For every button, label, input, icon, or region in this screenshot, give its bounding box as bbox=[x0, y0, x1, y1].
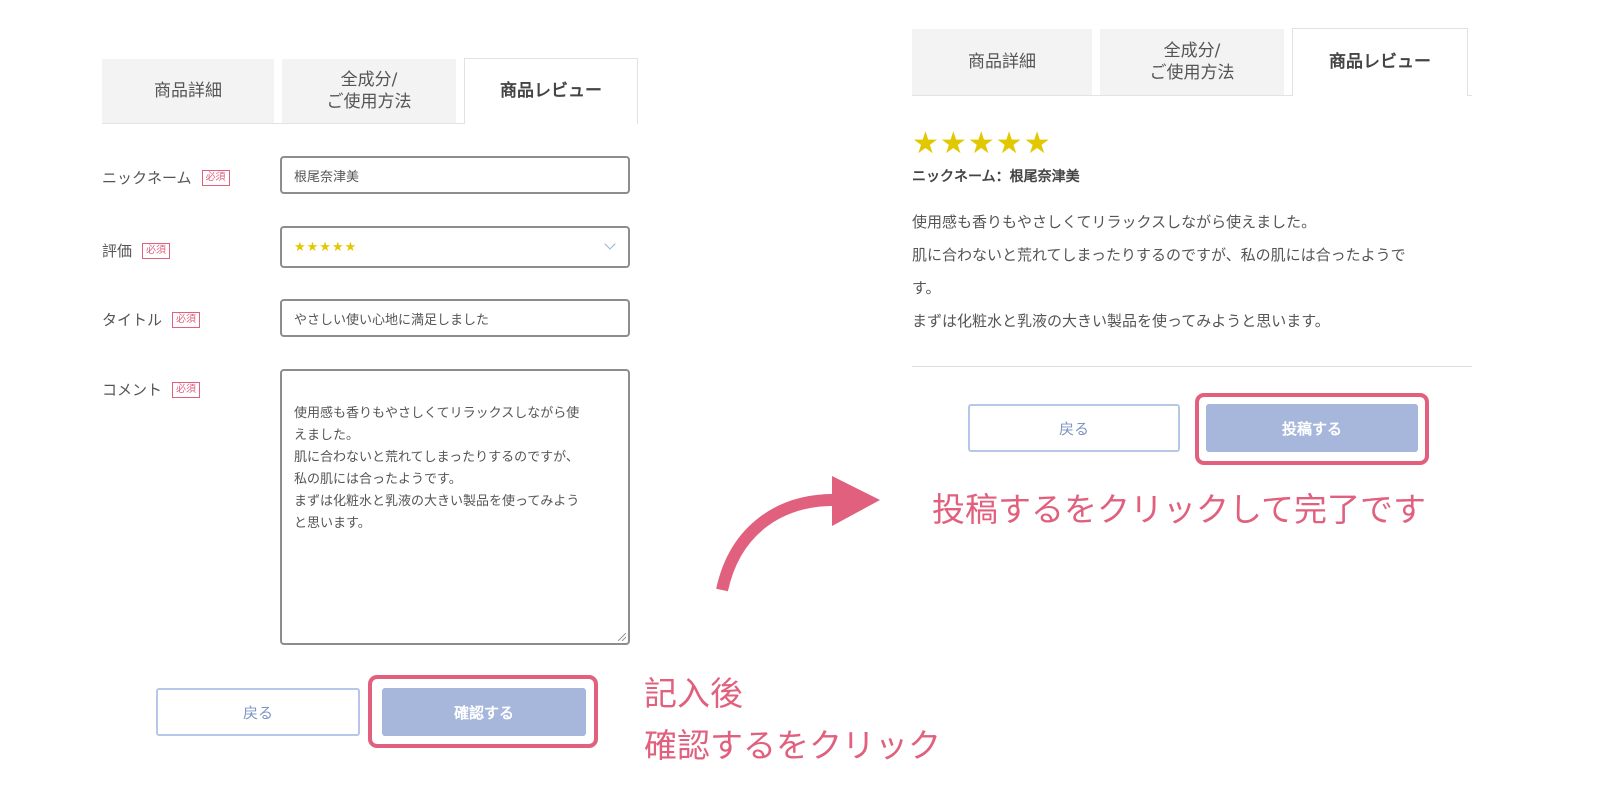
resize-handle-icon[interactable] bbox=[618, 633, 626, 641]
right-tab-bar: 商品詳細 全成分/ ご使用方法 商品レビュー bbox=[912, 27, 1472, 96]
review-stars: ★★★★★ bbox=[912, 126, 1052, 161]
nickname-label: ニックネーム 必須 bbox=[102, 167, 230, 188]
required-badge: 必須 bbox=[172, 381, 201, 398]
tab-ingredients-usage[interactable]: 全成分/ ご使用方法 bbox=[282, 59, 456, 123]
back-button[interactable]: 戻る bbox=[156, 688, 360, 736]
rating-stars-value: ★★★★★ bbox=[294, 239, 358, 255]
required-badge: 必須 bbox=[142, 242, 171, 259]
confirm-button[interactable]: 確認する bbox=[382, 688, 586, 736]
rating-label: 評価 必須 bbox=[102, 240, 171, 261]
tab-ingredients-usage[interactable]: 全成分/ ご使用方法 bbox=[1100, 29, 1284, 95]
comment-label-text: コメント bbox=[102, 381, 163, 399]
nickname-row: ニックネーム 必須 bbox=[102, 167, 230, 188]
post-button[interactable]: 投稿する bbox=[1206, 404, 1418, 452]
title-value: やさしい使い心地に満足しました bbox=[294, 312, 490, 328]
tab-product-review[interactable]: 商品レビュー bbox=[1292, 28, 1468, 96]
back-button[interactable]: 戻る bbox=[968, 404, 1180, 452]
comment-label: コメント 必須 bbox=[102, 379, 201, 400]
annotation-step1-line2: 確認するをクリック bbox=[644, 726, 941, 765]
chevron-down-icon bbox=[604, 238, 616, 250]
comment-textarea[interactable]: 使用感も香りもやさしくてリラックスしながら使 えました。 肌に合わないと荒れてし… bbox=[280, 369, 630, 645]
title-input[interactable]: やさしい使い心地に満足しました bbox=[280, 299, 630, 337]
title-row: タイトル 必須 bbox=[102, 309, 201, 330]
divider bbox=[912, 366, 1472, 367]
tab-product-details[interactable]: 商品詳細 bbox=[912, 29, 1092, 95]
curved-arrow-icon bbox=[716, 476, 880, 592]
rating-select[interactable]: ★★★★★ bbox=[280, 226, 630, 268]
tab-product-review[interactable]: 商品レビュー bbox=[464, 58, 638, 124]
review-nickname: ニックネーム：根尾奈津美 bbox=[912, 169, 1080, 185]
annotation-step2: 投稿するをクリックして完了です bbox=[932, 490, 1427, 529]
review-comment: 使用感も香りもやさしくてリラックスしながら使えました。 肌に合わないと荒れてしま… bbox=[912, 213, 1406, 330]
left-tab-bar: 商品詳細 全成分/ ご使用方法 商品レビュー bbox=[102, 57, 638, 124]
required-badge: 必須 bbox=[172, 311, 201, 328]
required-badge: 必須 bbox=[201, 169, 230, 186]
nickname-value: 根尾奈津美 bbox=[294, 169, 360, 185]
annotation-step1-line1: 記入後 bbox=[644, 674, 743, 713]
comment-value: 使用感も香りもやさしくてリラックスしながら使 えました。 肌に合わないと荒れてし… bbox=[294, 406, 580, 531]
nickname-label-text: ニックネーム bbox=[102, 169, 192, 187]
comment-row: コメント 必須 bbox=[102, 379, 201, 400]
rating-row: 評価 必須 bbox=[102, 240, 171, 261]
rating-label-text: 評価 bbox=[102, 242, 133, 260]
nickname-input[interactable]: 根尾奈津美 bbox=[280, 156, 630, 194]
title-label: タイトル 必須 bbox=[102, 309, 201, 330]
title-label-text: タイトル bbox=[102, 311, 163, 329]
tab-product-details[interactable]: 商品詳細 bbox=[102, 59, 274, 123]
